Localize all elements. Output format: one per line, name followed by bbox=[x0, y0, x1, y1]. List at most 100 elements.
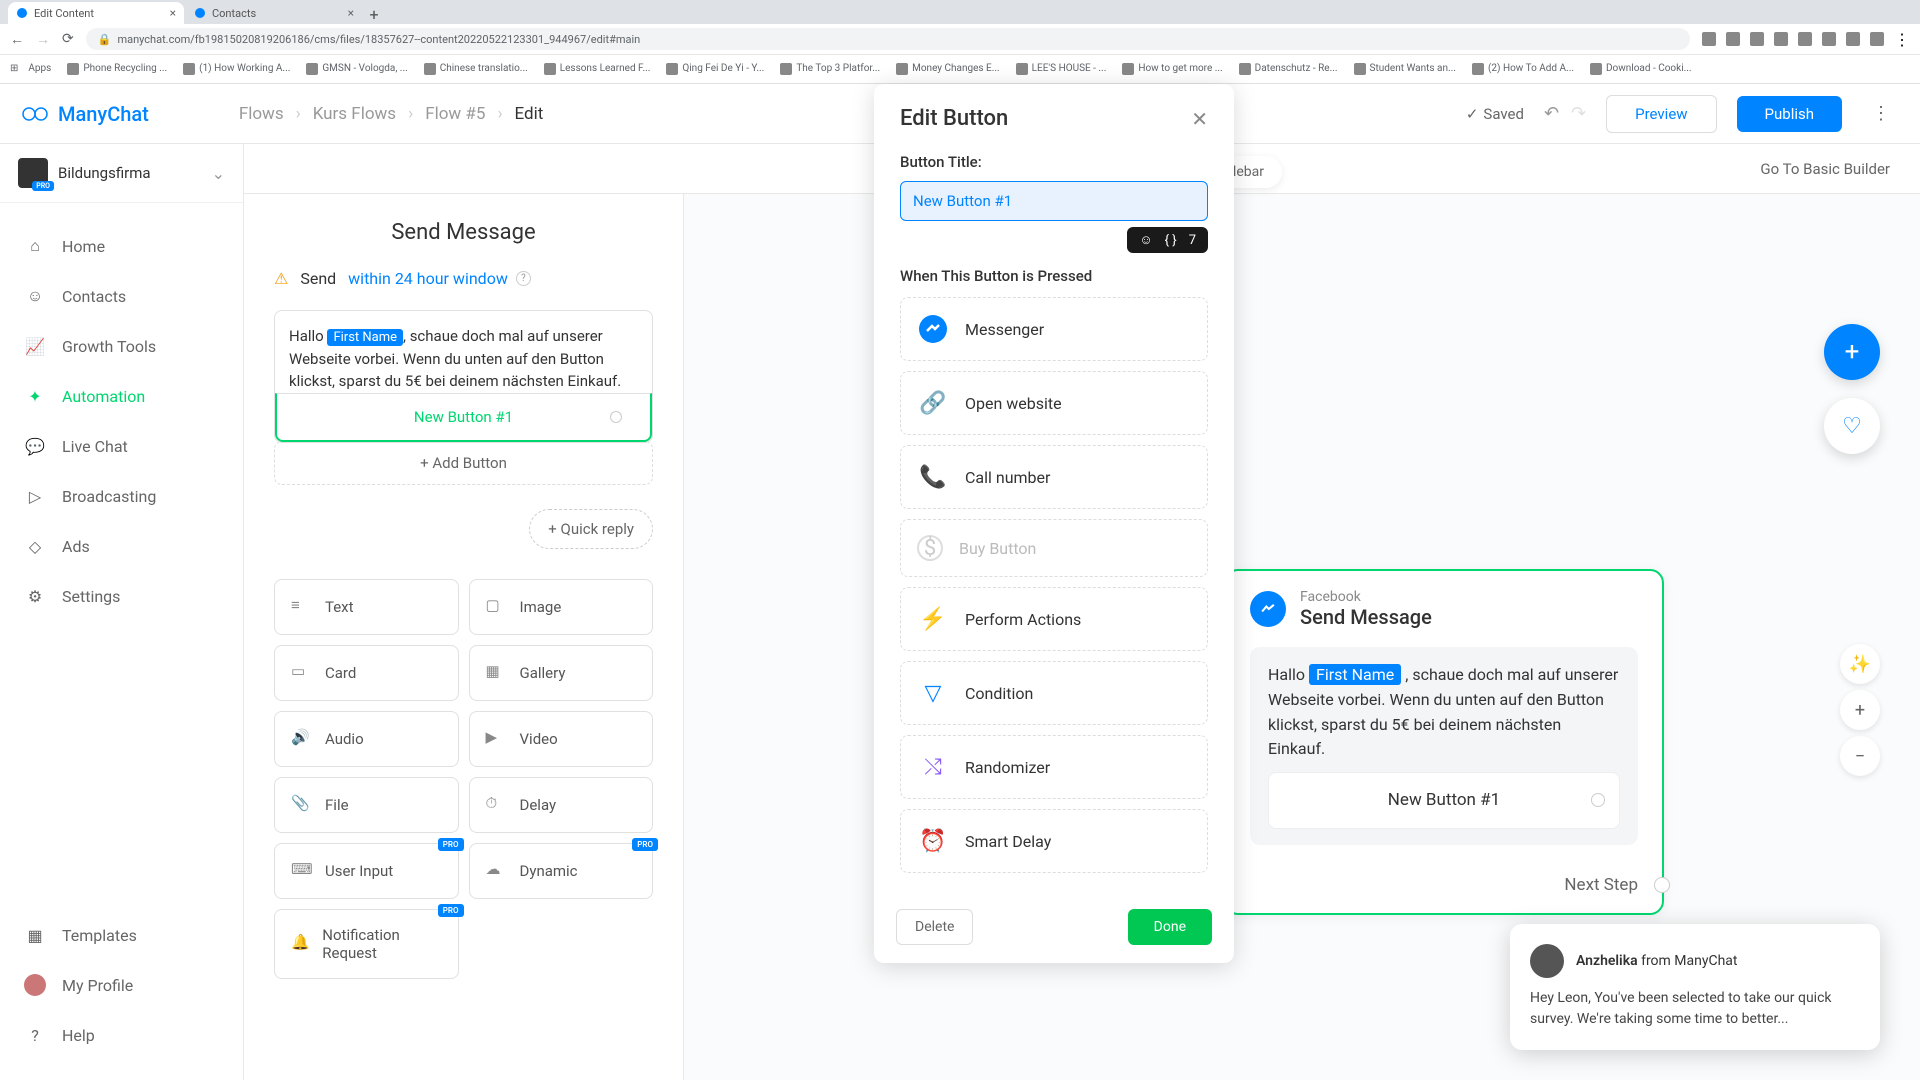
brand-logo[interactable]: ManyChat bbox=[20, 99, 149, 129]
option-messenger[interactable]: Messenger bbox=[900, 297, 1208, 361]
ext-icon[interactable] bbox=[1702, 32, 1716, 46]
more-menu-icon[interactable]: ⋮ bbox=[1862, 103, 1900, 124]
menu-icon[interactable]: ⋮ bbox=[1894, 30, 1910, 49]
browser-tab[interactable]: Contacts × bbox=[186, 2, 362, 24]
message-button[interactable]: New Button #1 bbox=[275, 393, 652, 443]
nav-automation[interactable]: ✦Automation bbox=[0, 371, 243, 421]
close-icon[interactable]: ✕ bbox=[1191, 107, 1208, 131]
option-call[interactable]: 📞Call number bbox=[900, 445, 1208, 509]
ext-icon[interactable] bbox=[1798, 32, 1812, 46]
apps-icon[interactable]: ⊞ bbox=[10, 63, 18, 74]
canvas-area[interactable]: Go To Basic Builder 👈 Edit step in sideb… bbox=[244, 144, 1920, 1080]
block-audio[interactable]: 🔊Audio bbox=[274, 711, 459, 767]
tab-close-icon[interactable]: × bbox=[170, 6, 176, 20]
zoom-out-icon[interactable]: − bbox=[1840, 736, 1880, 776]
redo-icon[interactable]: ↷ bbox=[1571, 103, 1586, 124]
nav-broadcasting[interactable]: ▷Broadcasting bbox=[0, 471, 243, 521]
ext-icon[interactable] bbox=[1846, 32, 1860, 46]
nav-settings[interactable]: ⚙Settings bbox=[0, 571, 243, 621]
nav-contacts[interactable]: ☺Contacts bbox=[0, 271, 243, 321]
button-title-input[interactable] bbox=[900, 181, 1208, 221]
option-randomizer[interactable]: ⤭Randomizer bbox=[900, 735, 1208, 799]
breadcrumb-item[interactable]: Flow #5 bbox=[425, 104, 485, 124]
bookmark[interactable]: GMSN - Vologda, ... bbox=[300, 61, 413, 77]
nav-livechat[interactable]: 💬Live Chat bbox=[0, 421, 243, 471]
zoom-in-icon[interactable]: + bbox=[1840, 690, 1880, 730]
manychat-logo-icon bbox=[20, 99, 50, 129]
block-video[interactable]: ▶Video bbox=[469, 711, 654, 767]
block-delay[interactable]: ⏱Delay bbox=[469, 777, 654, 833]
ext-icon[interactable] bbox=[1726, 32, 1740, 46]
browser-tab-active[interactable]: Edit Content × bbox=[8, 2, 184, 24]
magic-icon[interactable]: ✨ bbox=[1840, 644, 1880, 684]
nav-home[interactable]: ⌂Home bbox=[0, 221, 243, 271]
ext-icon[interactable] bbox=[1822, 32, 1836, 46]
block-card[interactable]: ▭Card bbox=[274, 645, 459, 701]
app-body: PRO Bildungsfirma ⌄ ⌂Home ☺Contacts 📈Gro… bbox=[0, 144, 1920, 1080]
bookmark[interactable]: Datenschutz - Re... bbox=[1233, 61, 1344, 77]
nav-growth[interactable]: 📈Growth Tools bbox=[0, 321, 243, 371]
url-bar[interactable]: 🔒 manychat.com/fb19815020819206186/cms/f… bbox=[86, 28, 1690, 50]
undo-icon[interactable]: ↶ bbox=[1544, 103, 1559, 124]
bookmark[interactable]: Chinese translatio... bbox=[418, 61, 534, 77]
bookmark[interactable]: Student Wants an... bbox=[1348, 61, 1462, 77]
bookmark[interactable]: The Top 3 Platfor... bbox=[774, 61, 886, 77]
block-image[interactable]: ▢Image bbox=[469, 579, 654, 635]
publish-button[interactable]: Publish bbox=[1737, 96, 1842, 132]
new-tab-button[interactable]: + bbox=[364, 4, 384, 24]
forward-icon[interactable]: → bbox=[36, 31, 50, 48]
emoji-icon[interactable]: ☺ bbox=[1139, 232, 1152, 248]
block-dynamic[interactable]: ☁DynamicPRO bbox=[469, 843, 654, 899]
flow-node[interactable]: Facebook Send Message Hallo First Name ,… bbox=[1224, 569, 1664, 915]
breadcrumb-item[interactable]: Kurs Flows bbox=[313, 104, 396, 124]
nav-templates[interactable]: ▦Templates bbox=[0, 910, 243, 960]
block-text[interactable]: ≡Text bbox=[274, 579, 459, 635]
help-icon[interactable]: ? bbox=[516, 271, 531, 286]
favorite-fab[interactable]: ♡ bbox=[1824, 398, 1880, 454]
bookmark[interactable]: Money Changes E... bbox=[890, 61, 1006, 77]
option-smart-delay[interactable]: ⏰Smart Delay bbox=[900, 809, 1208, 873]
nav-help[interactable]: ?Help bbox=[0, 1010, 243, 1060]
chat-popup[interactable]: Anzhelika from ManyChat Hey Leon, You've… bbox=[1510, 924, 1880, 1050]
block-notification[interactable]: 🔔Notification RequestPRO bbox=[274, 909, 459, 979]
breadcrumb-item[interactable]: Flows bbox=[239, 104, 284, 124]
ext-icon[interactable] bbox=[1750, 32, 1764, 46]
option-buy[interactable]: $Buy Button bbox=[900, 519, 1208, 577]
option-condition[interactable]: ▽Condition bbox=[900, 661, 1208, 725]
go-basic-builder-link[interactable]: Go To Basic Builder bbox=[1760, 160, 1890, 178]
bookmark[interactable]: Qing Fei De Yi - Y... bbox=[660, 61, 770, 77]
message-text-box[interactable]: Hallo First Name, schaue doch mal auf un… bbox=[274, 310, 653, 443]
option-website[interactable]: 🔗Open website bbox=[900, 371, 1208, 435]
ext-icon[interactable] bbox=[1774, 32, 1788, 46]
reload-icon[interactable]: ⟳ bbox=[62, 31, 74, 47]
bookmark[interactable]: (1) How Working A... bbox=[177, 61, 296, 77]
first-name-tag[interactable]: First Name bbox=[327, 329, 403, 346]
node-button[interactable]: New Button #1 bbox=[1268, 772, 1620, 828]
bookmark[interactable]: Apps bbox=[22, 61, 57, 76]
tab-close-icon[interactable]: × bbox=[348, 6, 354, 20]
bookmark[interactable]: LEE'S HOUSE - ... bbox=[1010, 61, 1113, 77]
option-actions[interactable]: ⚡Perform Actions bbox=[900, 587, 1208, 651]
bookmark[interactable]: Lessons Learned F... bbox=[538, 61, 657, 77]
add-step-fab[interactable]: + bbox=[1824, 324, 1880, 380]
block-file[interactable]: 📎File bbox=[274, 777, 459, 833]
quick-reply-button[interactable]: + Quick reply bbox=[529, 509, 653, 549]
bookmark[interactable]: (2) How To Add A... bbox=[1466, 61, 1580, 77]
ext-icon[interactable] bbox=[1870, 32, 1884, 46]
next-step-port[interactable]: Next Step bbox=[1226, 867, 1662, 913]
block-user-input[interactable]: ⌨User InputPRO bbox=[274, 843, 459, 899]
variable-icon[interactable]: { } bbox=[1165, 233, 1177, 248]
bookmark[interactable]: Phone Recycling ... bbox=[61, 61, 173, 77]
nav-profile[interactable]: My Profile bbox=[0, 960, 243, 1010]
bookmark[interactable]: Download - Cooki... bbox=[1584, 61, 1698, 77]
bookmark[interactable]: How to get more ... bbox=[1116, 61, 1228, 77]
done-button[interactable]: Done bbox=[1128, 909, 1212, 945]
add-button[interactable]: + Add Button bbox=[274, 441, 653, 485]
block-gallery[interactable]: ▦Gallery bbox=[469, 645, 654, 701]
back-icon[interactable]: ← bbox=[10, 31, 24, 48]
preview-button[interactable]: Preview bbox=[1606, 95, 1716, 133]
nav-ads[interactable]: ◇Ads bbox=[0, 521, 243, 571]
send-window-link[interactable]: within 24 hour window bbox=[348, 269, 508, 288]
delete-button[interactable]: Delete bbox=[896, 909, 973, 945]
org-selector[interactable]: PRO Bildungsfirma ⌄ bbox=[0, 144, 243, 203]
